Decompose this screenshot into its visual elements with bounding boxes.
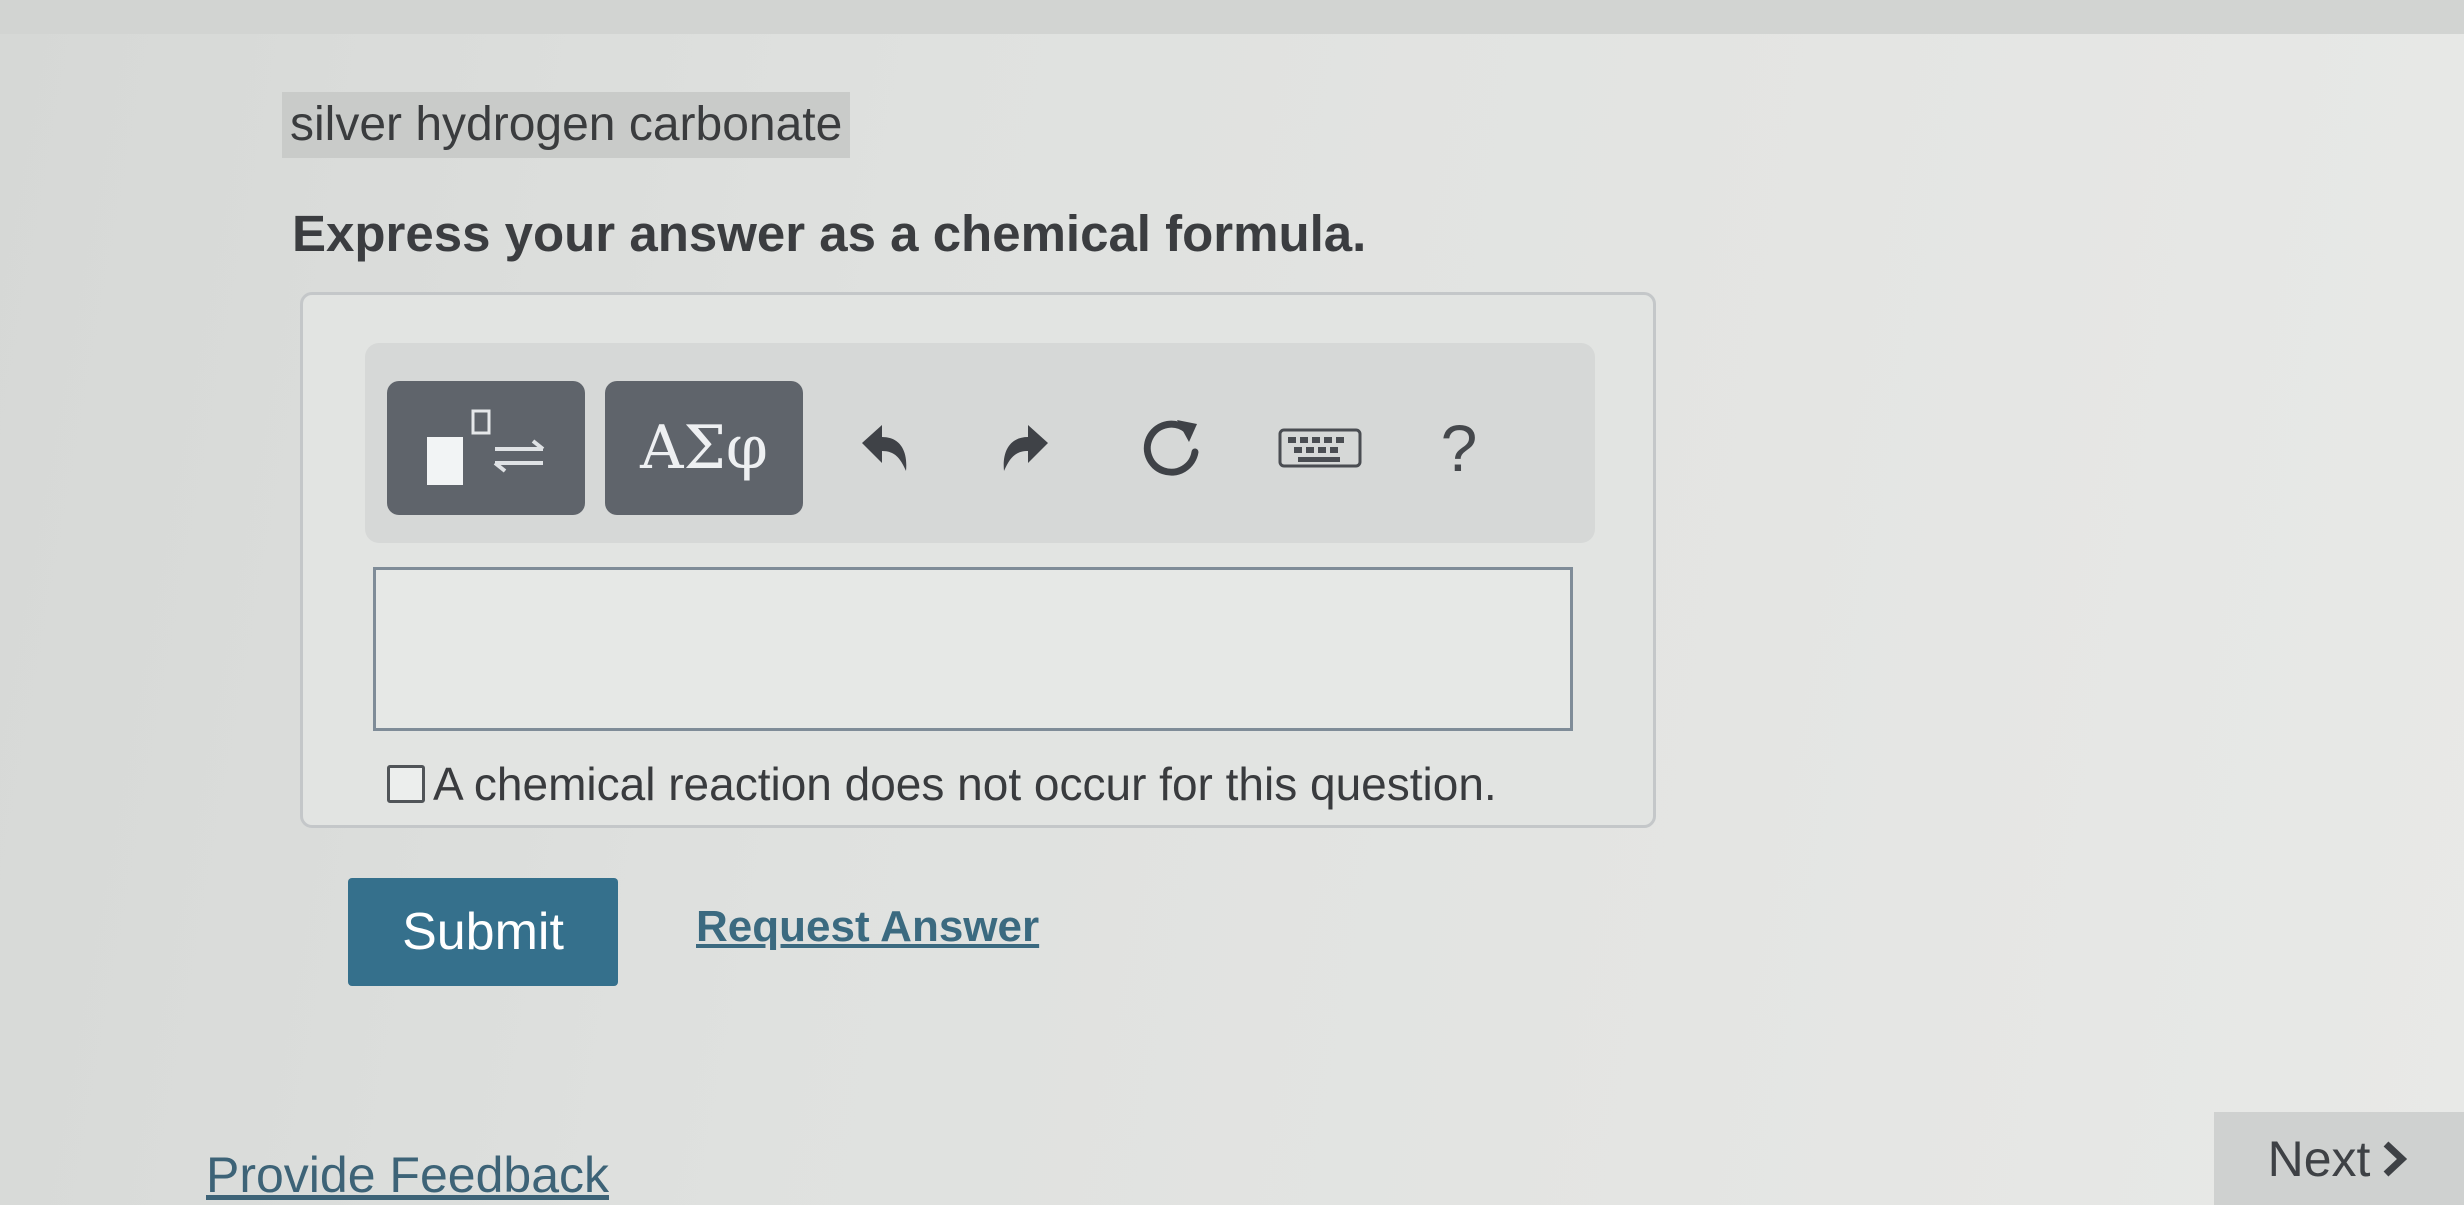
undo-icon: [862, 425, 907, 471]
keyboard-icon: [1278, 428, 1362, 468]
no-reaction-option[interactable]: A chemical reaction does not occur for t…: [387, 757, 1497, 811]
answer-panel: ΑΣφ ? A chemical reaction does not occur…: [300, 292, 1656, 828]
no-reaction-label: A chemical reaction does not occur for t…: [433, 758, 1497, 810]
next-label: Next: [2267, 1130, 2371, 1187]
reset-icon: [1143, 420, 1199, 476]
provide-feedback-link[interactable]: Provide Feedback: [206, 1146, 609, 1204]
templates-button[interactable]: [387, 381, 585, 515]
question-label: silver hydrogen carbonate: [282, 92, 851, 158]
templates-icon: [427, 409, 545, 485]
math-toolbar: ΑΣφ ?: [365, 343, 1595, 543]
greek-symbols-button[interactable]: ΑΣφ: [605, 381, 803, 515]
keyboard-button[interactable]: [1265, 395, 1375, 501]
no-reaction-checkbox[interactable]: [387, 765, 425, 803]
redo-icon: [1003, 425, 1048, 471]
answer-input[interactable]: [373, 567, 1573, 731]
undo-button[interactable]: [833, 395, 933, 501]
answer-instruction: Express your answer as a chemical formul…: [292, 205, 1367, 262]
request-answer-link[interactable]: Request Answer: [696, 902, 1039, 952]
top-band: [0, 0, 2464, 34]
next-button[interactable]: Next: [2214, 1112, 2464, 1205]
help-button[interactable]: ?: [1419, 395, 1499, 501]
submit-button[interactable]: Submit: [348, 878, 618, 986]
redo-button[interactable]: [977, 395, 1077, 501]
reset-button[interactable]: [1121, 395, 1221, 501]
chevron-right-icon: [2384, 1140, 2408, 1177]
